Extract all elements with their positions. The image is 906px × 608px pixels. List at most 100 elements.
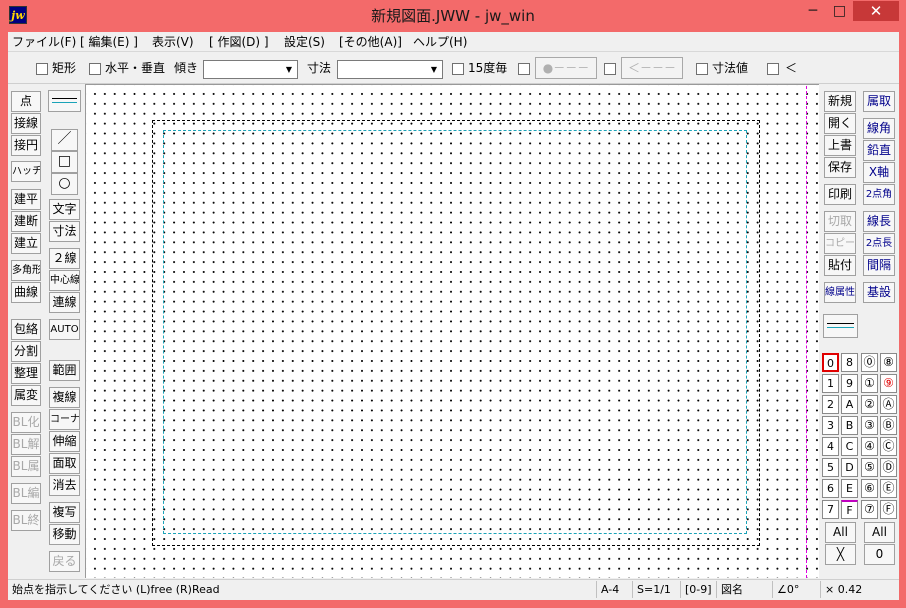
tool-dimension[interactable]: 寸法 <box>49 221 80 242</box>
layer-0-button[interactable]: 0 <box>822 353 839 372</box>
line-length-button[interactable]: 線長 <box>863 211 895 232</box>
file-overwrite-button[interactable]: 上書 <box>824 135 856 156</box>
tilt-combo[interactable]: ▼ <box>203 60 298 79</box>
tool-move[interactable]: 移動 <box>49 524 80 545</box>
group-8-button[interactable]: ⑧ <box>880 353 897 372</box>
tool-arch-plan[interactable]: 建平 <box>11 189 41 210</box>
maximize-button[interactable]: □ <box>826 1 853 21</box>
layer-all-button[interactable]: All <box>825 522 856 543</box>
dim-combo[interactable]: ▼ <box>337 60 443 79</box>
tool-arch-section[interactable]: 建断 <box>11 211 41 232</box>
print-button[interactable]: 印刷 <box>824 184 856 205</box>
circle-dash-button[interactable]: ●－－－ <box>535 57 597 79</box>
minimize-button[interactable]: ─ <box>800 1 826 21</box>
group-0-button[interactable]: ⓪ <box>861 353 878 372</box>
tool-corner[interactable]: コーナー <box>49 409 80 430</box>
menu-other[interactable]: [その他(A)] <box>339 33 402 52</box>
group-c-button[interactable]: Ⓒ <box>880 437 897 456</box>
layer-3-button[interactable]: 3 <box>822 416 839 435</box>
base-setting-button[interactable]: 基設 <box>863 282 895 303</box>
menu-file[interactable]: ファイル(F) <box>12 33 76 52</box>
layer-6-button[interactable]: 6 <box>822 479 839 498</box>
group-b-button[interactable]: Ⓑ <box>880 416 897 435</box>
lt-checkbox[interactable] <box>767 63 779 75</box>
tool-block-explode[interactable]: BL解 <box>11 434 41 455</box>
tool-rectangle[interactable]: □ <box>51 151 78 173</box>
tool-copy[interactable]: 複写 <box>49 502 80 523</box>
tool-line[interactable]: ／ <box>51 129 78 151</box>
file-open-button[interactable]: 開く <box>824 113 856 134</box>
group-e-button[interactable]: Ⓔ <box>880 479 897 498</box>
layer-9-button[interactable]: 9 <box>841 374 858 393</box>
file-new-button[interactable]: 新規 <box>824 91 856 112</box>
deg15-checkbox[interactable] <box>452 63 464 75</box>
close-button[interactable]: ✕ <box>853 1 899 21</box>
tool-point[interactable]: 点 <box>11 91 41 112</box>
tool-circle[interactable]: ○ <box>51 173 78 195</box>
tool-block-create[interactable]: BL化 <box>11 412 41 433</box>
menu-draw[interactable]: [ 作図(D) ] <box>209 33 269 52</box>
menu-view[interactable]: 表示(V) <box>152 33 194 52</box>
dimval-checkbox[interactable] <box>696 63 708 75</box>
layer-1-button[interactable]: 1 <box>822 374 839 393</box>
layer-b-button[interactable]: B <box>841 416 858 435</box>
tool-block-edit[interactable]: BL編 <box>11 483 41 504</box>
tool-range[interactable]: 範囲 <box>49 360 80 381</box>
rect-checkbox[interactable] <box>36 63 48 75</box>
group-9-button[interactable]: ⑨ <box>880 374 897 393</box>
layer-clear-button[interactable]: ╳ <box>825 544 856 565</box>
tool-tangent-circle[interactable]: 接円 <box>11 135 41 156</box>
perpendicular-button[interactable]: 鉛直 <box>863 140 895 161</box>
layer-f-button[interactable]: F <box>841 500 858 519</box>
group-2-button[interactable]: ② <box>861 395 878 414</box>
tool-text[interactable]: 文字 <box>49 199 80 220</box>
tool-chamfer[interactable]: 面取 <box>49 453 80 474</box>
copy-button[interactable]: コピー <box>824 233 856 254</box>
group-f-button[interactable]: Ⓕ <box>880 500 897 519</box>
paste-button[interactable]: 貼付 <box>824 255 856 276</box>
tool-envelope[interactable]: 包絡 <box>11 319 41 340</box>
scale-indicator[interactable]: S=1/1 <box>632 581 680 598</box>
group-a-button[interactable]: Ⓐ <box>880 395 897 414</box>
two-point-length-button[interactable]: 2点長 <box>863 233 895 254</box>
group-d-button[interactable]: Ⓓ <box>880 458 897 477</box>
current-line-sample[interactable] <box>823 314 858 338</box>
tool-offset-line[interactable]: 複線 <box>49 387 80 408</box>
angle-indicator[interactable]: ∠0° <box>772 581 820 598</box>
tool-undo[interactable]: 戻る <box>49 551 80 572</box>
group-1-button[interactable]: ① <box>861 374 878 393</box>
attribute-pick-button[interactable]: 属取 <box>863 91 895 112</box>
arrow-dash-button[interactable]: ＜－－－ <box>621 57 683 79</box>
tool-polygon[interactable]: 多角形 <box>11 260 41 281</box>
group-4-button[interactable]: ④ <box>861 437 878 456</box>
layer-c-button[interactable]: C <box>841 437 858 456</box>
circle-dash-checkbox[interactable] <box>518 63 530 75</box>
layer-2-button[interactable]: 2 <box>822 395 839 414</box>
menu-settings[interactable]: 設定(S) <box>284 33 325 52</box>
layer-range[interactable]: [0-9] <box>680 581 716 598</box>
tool-tangent-line[interactable]: 接線 <box>11 113 41 134</box>
tool-attribute-change[interactable]: 属変 <box>11 385 41 406</box>
layer-8-button[interactable]: 8 <box>841 353 858 372</box>
cut-button[interactable]: 切取 <box>824 211 856 232</box>
tool-erase[interactable]: 消去 <box>49 475 80 496</box>
layer-4-button[interactable]: 4 <box>822 437 839 456</box>
spacing-button[interactable]: 間隔 <box>863 255 895 276</box>
group-6-button[interactable]: ⑥ <box>861 479 878 498</box>
tool-block-end[interactable]: BL終 <box>11 510 41 531</box>
tool-hatch[interactable]: ハッチ <box>11 161 41 182</box>
group-zero-button[interactable]: 0 <box>864 544 895 565</box>
hv-checkbox[interactable] <box>89 63 101 75</box>
layer-7-button[interactable]: 7 <box>822 500 839 519</box>
layer-e-button[interactable]: E <box>841 479 858 498</box>
drawing-name[interactable]: 図名 <box>716 581 772 598</box>
line-type-indicator[interactable] <box>48 90 81 112</box>
group-3-button[interactable]: ③ <box>861 416 878 435</box>
paper-size[interactable]: A-4 <box>596 581 632 598</box>
group-all-button[interactable]: All <box>864 522 895 543</box>
tool-double-line[interactable]: ２線 <box>49 248 80 269</box>
two-point-angle-button[interactable]: 2点角 <box>863 184 895 205</box>
line-angle-button[interactable]: 線角 <box>863 118 895 139</box>
tool-arch-elevation[interactable]: 建立 <box>11 233 41 254</box>
tool-center-line[interactable]: 中心線 <box>49 270 80 291</box>
